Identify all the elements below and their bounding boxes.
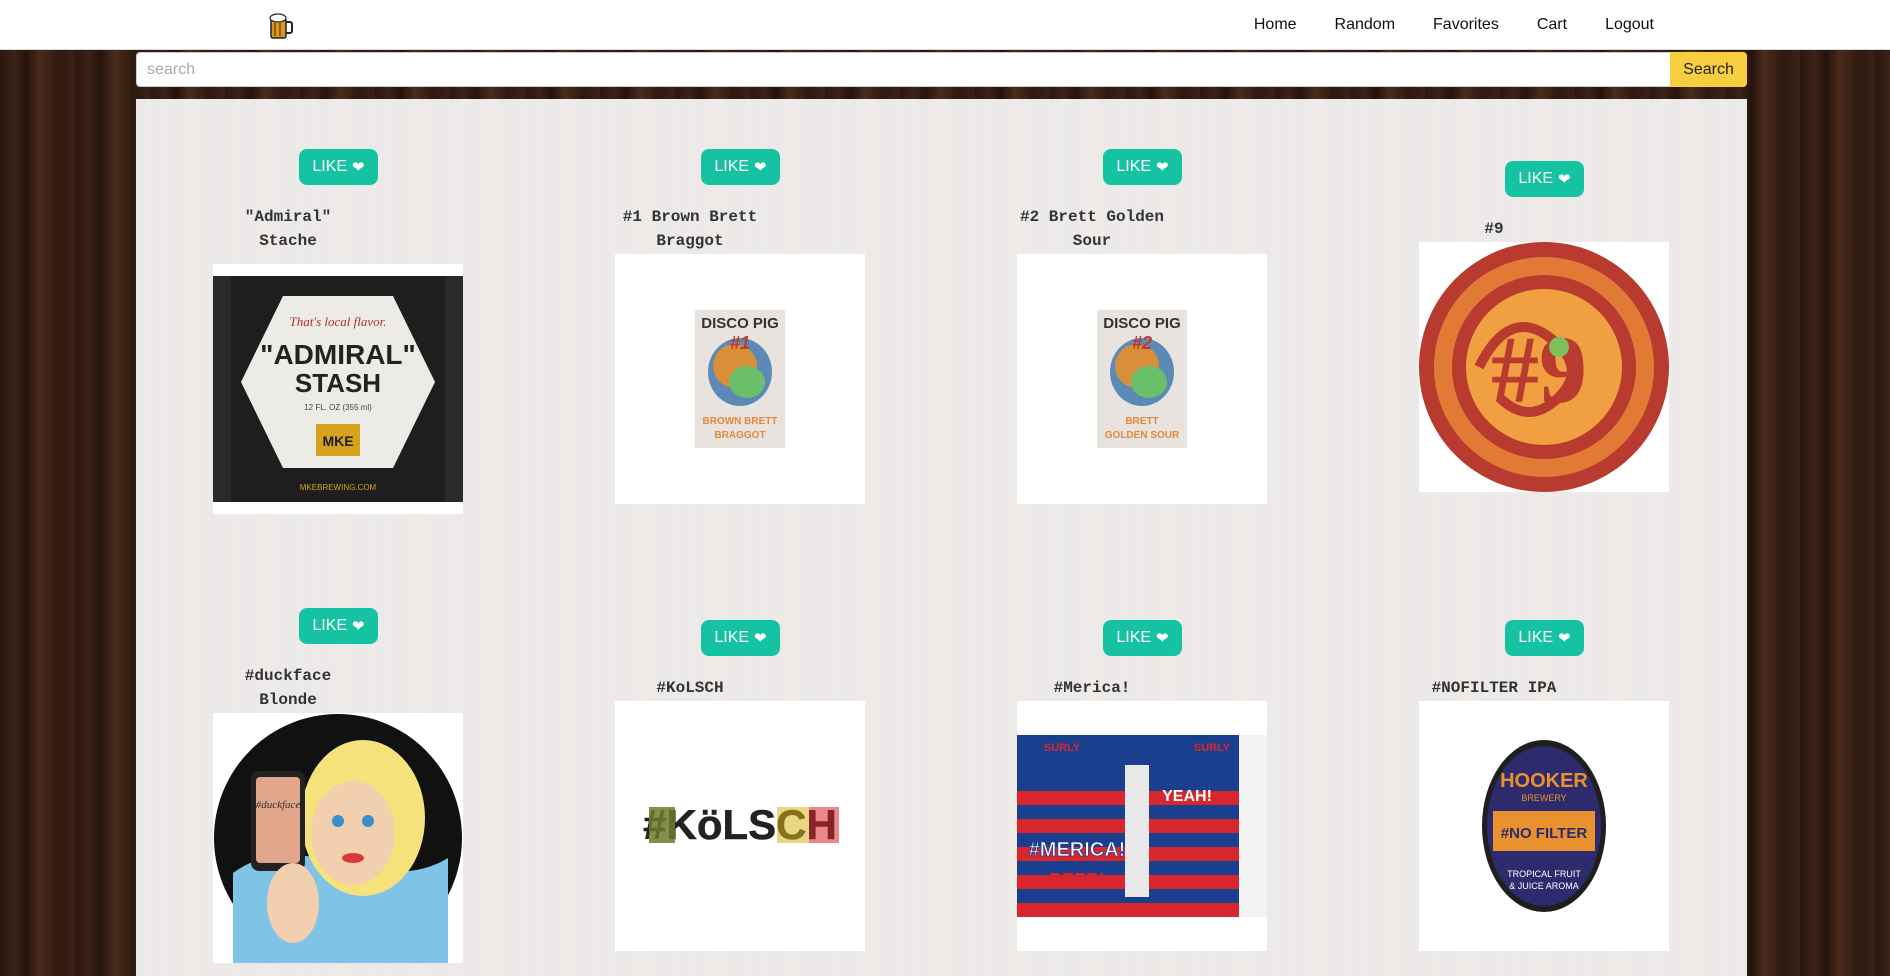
beer-image[interactable]: HOOKER BREWERY #NO FILTER TROPICAL FRUIT… [1419, 701, 1669, 951]
like-label: LIKE [1116, 158, 1152, 175]
like-button[interactable]: LIKE ❤ [299, 608, 378, 644]
beer-name: "Admiral" Stache [244, 208, 332, 250]
svg-text:SURLY: SURLY [1194, 742, 1231, 754]
like-button[interactable]: LIKE ❤ [701, 149, 780, 185]
like-label: LIKE [1116, 629, 1152, 646]
heart-icon: ❤ [754, 630, 767, 647]
like-label: LIKE [1518, 629, 1554, 646]
like-label: LIKE [714, 629, 750, 646]
svg-text:GOLDEN SOUR: GOLDEN SOUR [1105, 430, 1180, 441]
heart-icon: ❤ [352, 159, 365, 176]
svg-text:BRETT: BRETT [1125, 416, 1158, 427]
beer-image[interactable]: DISCO PIG #1 BROWN BRETT BRAGGOT [615, 254, 865, 504]
nav-random-link[interactable]: Random [1335, 16, 1395, 34]
svg-text:MKEBREWING.COM: MKEBREWING.COM [300, 483, 377, 492]
like-label: LIKE [312, 617, 348, 634]
svg-text:12 FL. OZ (355 ml): 12 FL. OZ (355 ml) [304, 403, 372, 412]
beer-name: #KoLSCH [656, 679, 724, 697]
beer-name: #9 [1484, 220, 1504, 238]
search-input[interactable] [136, 52, 1670, 87]
beer-mug-icon[interactable] [268, 12, 294, 40]
svg-text:YEAH!: YEAH! [1162, 788, 1212, 805]
nav-logout-link[interactable]: Logout [1605, 16, 1654, 34]
beer-name: #1 Brown Brett Braggot [622, 208, 758, 250]
svg-text:BROWN BRETT: BROWN BRETT [703, 416, 778, 427]
svg-text:"ADMIRAL": "ADMIRAL" [260, 339, 416, 370]
like-label: LIKE [714, 158, 750, 175]
nav-favorites-link[interactable]: Favorites [1433, 16, 1499, 34]
heart-icon: ❤ [1558, 171, 1571, 188]
beer-image[interactable]: #duckface [213, 713, 463, 963]
beer-image[interactable]: SURLY SURLY #MERICA! BEER! YEAH! [1017, 701, 1267, 951]
like-label: LIKE [312, 158, 348, 175]
heart-icon: ❤ [1156, 630, 1169, 647]
svg-text:#1: #1 [730, 333, 750, 353]
svg-text:SURLY: SURLY [1044, 742, 1081, 754]
svg-text:& JUICE AROMA: & JUICE AROMA [1509, 881, 1579, 891]
like-button[interactable]: LIKE ❤ [299, 149, 378, 185]
top-navbar: Home Random Favorites Cart Logout [0, 0, 1890, 50]
svg-text:#MERICA!: #MERICA! [1029, 839, 1126, 861]
svg-text:BRAGGOT: BRAGGOT [714, 430, 765, 441]
beer-grid: LIKE ❤ "Admiral" Stache That's local fla… [136, 99, 1747, 976]
heart-icon: ❤ [352, 618, 365, 635]
svg-text:#NO FILTER: #NO FILTER [1501, 825, 1588, 842]
svg-text:DISCO PIG: DISCO PIG [701, 315, 779, 332]
nav-cart-link[interactable]: Cart [1537, 16, 1567, 34]
beer-name: #duckface Blonde [244, 667, 332, 709]
heart-icon: ❤ [754, 159, 767, 176]
svg-text:MKE: MKE [322, 433, 353, 449]
search-bar: Search [136, 52, 1747, 87]
search-button[interactable]: Search [1670, 52, 1747, 87]
like-label: LIKE [1518, 170, 1554, 187]
svg-text:BREWERY: BREWERY [1521, 793, 1566, 803]
svg-text:#2: #2 [1132, 333, 1152, 353]
beer-image[interactable]: #KöLSCH [615, 701, 865, 951]
like-button[interactable]: LIKE ❤ [1103, 620, 1182, 656]
svg-text:DISCO PIG: DISCO PIG [1103, 315, 1181, 332]
svg-text:#duckface: #duckface [256, 799, 301, 811]
beer-name: #NOFILTER IPA [1431, 679, 1557, 697]
nav-home-link[interactable]: Home [1254, 16, 1297, 34]
beer-image[interactable]: #9 [1419, 242, 1669, 492]
like-button[interactable]: LIKE ❤ [1505, 161, 1584, 197]
like-button[interactable]: LIKE ❤ [701, 620, 780, 656]
svg-text:HOOKER: HOOKER [1500, 770, 1588, 792]
heart-icon: ❤ [1156, 159, 1169, 176]
svg-text:#9: #9 [1491, 316, 1587, 423]
heart-icon: ❤ [1558, 630, 1571, 647]
svg-text:TROPICAL FRUIT: TROPICAL FRUIT [1507, 869, 1581, 879]
svg-text:STASH: STASH [295, 368, 381, 398]
svg-text:That's local flavor.: That's local flavor. [289, 314, 386, 329]
nav-links: Home Random Favorites Cart Logout [1216, 0, 1654, 50]
like-button[interactable]: LIKE ❤ [1103, 149, 1182, 185]
like-button[interactable]: LIKE ❤ [1505, 620, 1584, 656]
beer-image[interactable]: That's local flavor. "ADMIRAL" STASH 12 … [213, 264, 463, 514]
beer-name: #Merica! [1053, 679, 1131, 697]
beer-image[interactable]: DISCO PIG #2 BRETT GOLDEN SOUR [1017, 254, 1267, 504]
svg-text:BEER!: BEER! [1049, 870, 1105, 890]
beer-name: #2 Brett Golden Sour [1019, 208, 1165, 250]
